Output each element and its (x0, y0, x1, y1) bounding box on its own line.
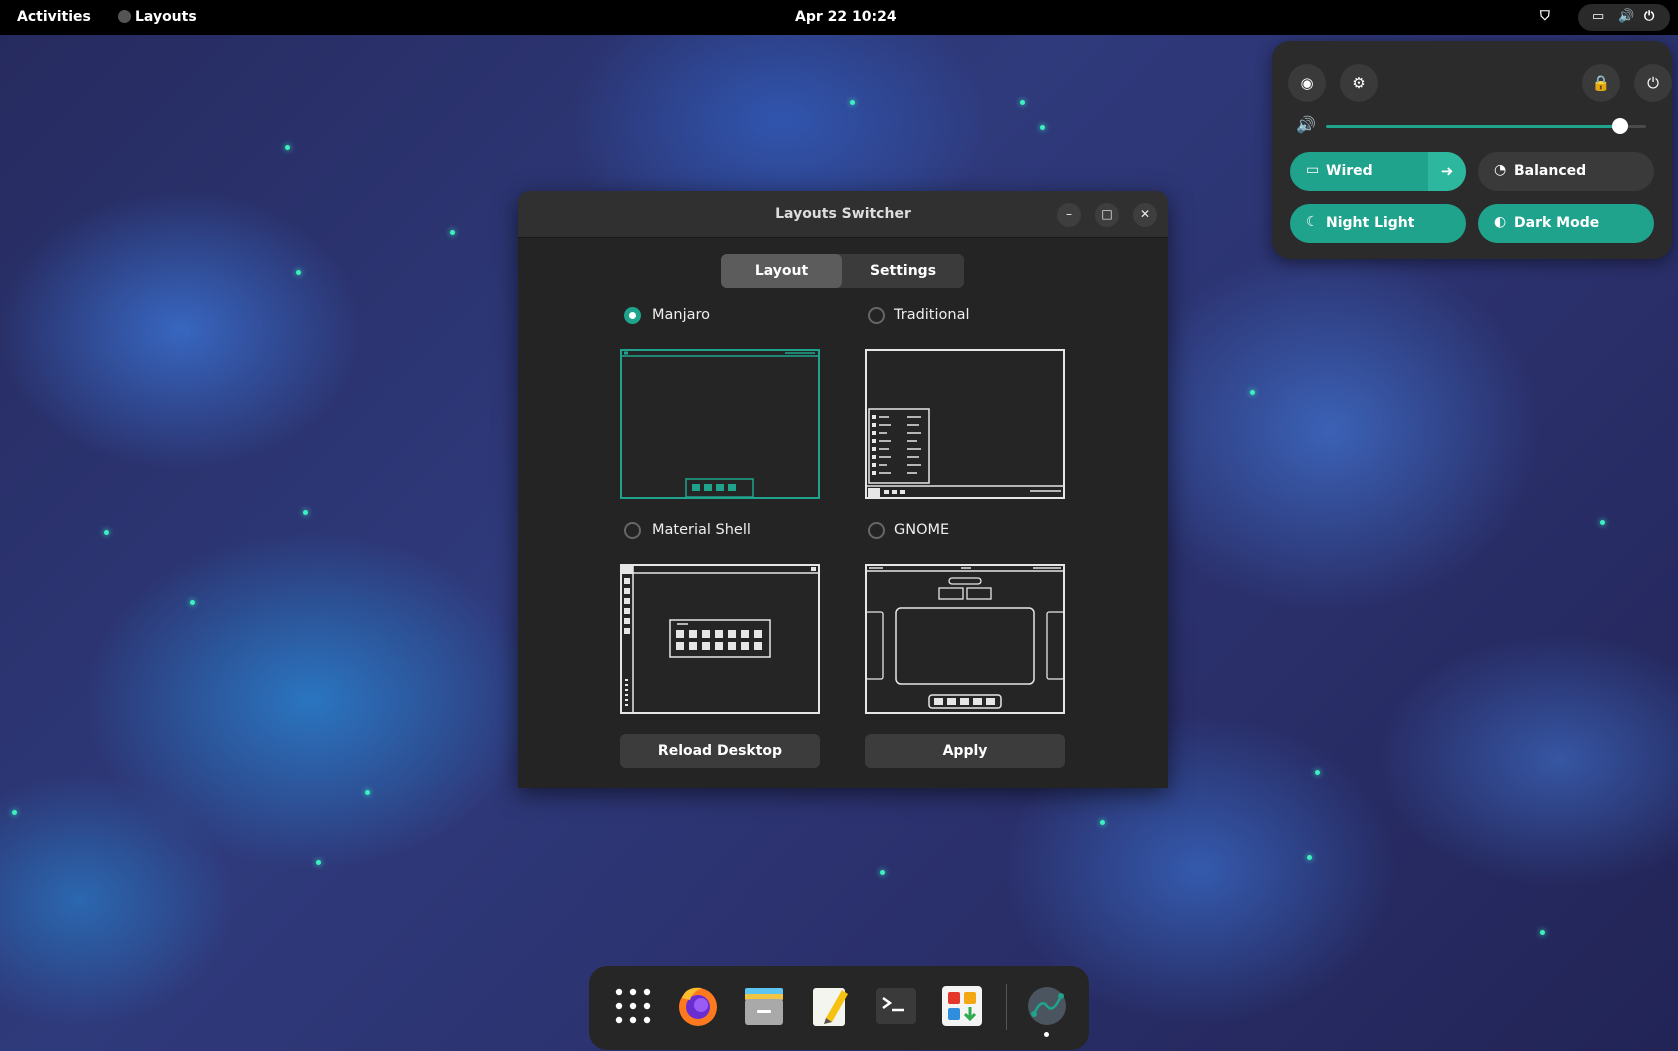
layouts-app-icon (118, 10, 131, 23)
layout-option-label: Manjaro (652, 307, 711, 323)
close-icon: ✕ (1139, 207, 1151, 221)
power-profile-icon: ◔ (1494, 162, 1507, 178)
traditional-layout-preview[interactable] (865, 349, 1065, 499)
network-wired-icon: ▭ (1592, 9, 1605, 24)
night-light-toggle[interactable]: ☾ Night Light (1290, 204, 1466, 243)
moon-icon: ☾ (1306, 214, 1319, 230)
layouts-switcher-window: Layouts Switcher – □ ✕ Layout Settings M… (518, 191, 1168, 788)
lock-button[interactable]: 🔒 (1582, 64, 1620, 102)
material-shell-layout-preview[interactable] (620, 564, 820, 714)
activities-button[interactable]: Activities (17, 9, 91, 25)
layout-option-label: Traditional (894, 307, 970, 323)
shield-icon[interactable]: ⛉ (1540, 9, 1550, 24)
maximize-icon: □ (1101, 207, 1113, 221)
tab-bar: Layout Settings (721, 254, 964, 288)
settings-button[interactable]: ⚙ (1340, 64, 1378, 102)
night-light-label: Night Light (1326, 215, 1415, 231)
volume-slider-knob[interactable] (1612, 118, 1629, 134)
dark-mode-label: Dark Mode (1514, 215, 1600, 231)
volume-slider-fill (1326, 125, 1621, 128)
file-manager-icon[interactable] (742, 984, 786, 1028)
screenshot-button[interactable]: ◉ (1288, 64, 1326, 102)
text-editor-icon[interactable] (808, 984, 852, 1028)
minimize-button[interactable]: – (1057, 203, 1081, 227)
lock-icon: 🔒 (1591, 74, 1611, 92)
radio-button[interactable] (868, 522, 885, 539)
volume-icon: 🔊 (1296, 115, 1316, 134)
gnome-layout-preview[interactable] (865, 564, 1065, 714)
wired-arrow-icon[interactable]: ➜ (1428, 152, 1466, 191)
power-icon: ⏻ (1647, 74, 1659, 92)
maximize-button[interactable]: □ (1095, 203, 1119, 227)
layouts-app-icon[interactable] (1025, 984, 1069, 1028)
app-menu[interactable]: Layouts (118, 9, 197, 25)
minimize-icon: – (1066, 207, 1072, 221)
radio-button[interactable] (624, 522, 641, 539)
contrast-icon: ◐ (1494, 214, 1507, 230)
terminal-icon[interactable] (874, 984, 918, 1028)
network-wired-icon: ▭ (1306, 162, 1320, 178)
layout-option-label: GNOME (894, 522, 950, 538)
app-grid-icon[interactable] (611, 984, 655, 1028)
radio-button[interactable] (868, 307, 885, 324)
close-button[interactable]: ✕ (1133, 203, 1157, 227)
running-indicator (1044, 1032, 1049, 1037)
camera-icon: ◉ (1300, 74, 1314, 92)
software-center-icon[interactable] (940, 984, 984, 1028)
tab-layout[interactable]: Layout (721, 254, 842, 288)
gear-icon: ⚙ (1352, 74, 1366, 92)
dock-separator (1006, 984, 1007, 1030)
power-mode-label: Balanced (1514, 163, 1587, 179)
tab-settings[interactable]: Settings (842, 254, 964, 288)
apply-button[interactable]: Apply (865, 734, 1065, 768)
layout-option-label: Material Shell (652, 522, 751, 538)
power-mode-toggle[interactable]: ◔ Balanced (1478, 152, 1654, 191)
radio-button[interactable] (624, 307, 641, 324)
firefox-icon[interactable] (676, 984, 720, 1028)
manjaro-layout-preview[interactable] (620, 349, 820, 499)
system-menu[interactable]: ▭ 🔊 ⏻ (1578, 4, 1670, 31)
clock[interactable]: Apr 22 10:24 (795, 9, 897, 25)
window-titlebar[interactable]: Layouts Switcher – □ ✕ (518, 191, 1168, 238)
reload-desktop-button[interactable]: Reload Desktop (620, 734, 820, 768)
app-menu-label: Layouts (135, 9, 197, 25)
top-bar: Activities Layouts Apr 22 10:24 ⛉ ▭ 🔊 ⏻ (0, 0, 1678, 35)
volume-icon: 🔊 (1618, 9, 1635, 24)
wired-label: Wired (1326, 163, 1373, 179)
dark-mode-toggle[interactable]: ◐ Dark Mode (1478, 204, 1654, 243)
dock (589, 966, 1089, 1050)
quick-settings-panel: ◉ ⚙ 🔒 ⏻ 🔊 ▭ Wired ➜ ◔ Balanced ☾ Night L… (1272, 41, 1672, 259)
volume-slider[interactable] (1326, 118, 1646, 134)
power-button[interactable]: ⏻ (1634, 64, 1672, 102)
power-icon: ⏻ (1644, 9, 1655, 24)
wired-toggle[interactable]: ▭ Wired ➜ (1290, 152, 1466, 191)
